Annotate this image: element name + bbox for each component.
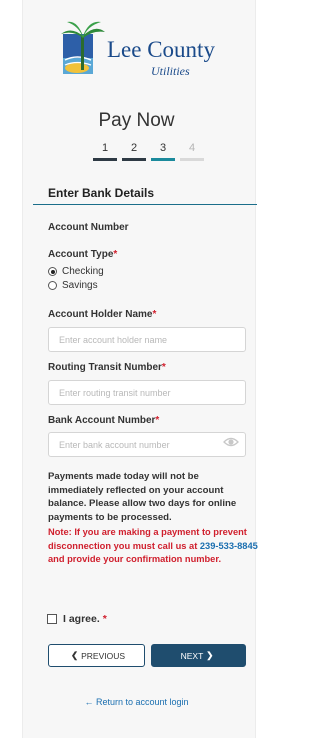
radio-checking-icon[interactable] bbox=[48, 267, 57, 276]
agree-label: I agree. bbox=[63, 613, 100, 625]
page-title: Pay Now bbox=[98, 110, 175, 131]
phone-link[interactable]: 239-533-8845 bbox=[200, 541, 258, 551]
payment-notice: Payments made today will not be immediat… bbox=[48, 471, 237, 524]
step-bar bbox=[151, 158, 175, 161]
show-password-eye-icon[interactable] bbox=[223, 436, 239, 448]
account-number-label: Account Number bbox=[48, 222, 129, 233]
radio-savings-icon[interactable] bbox=[48, 281, 57, 290]
next-button-label: NEXT bbox=[180, 650, 204, 661]
step-bar bbox=[180, 158, 204, 161]
chevron-left-icon: ❮ bbox=[70, 650, 79, 660]
step-bar bbox=[93, 158, 117, 161]
section-divider bbox=[33, 204, 257, 205]
account-holder-name-input[interactable] bbox=[48, 327, 246, 352]
radio-checking-label: Checking bbox=[62, 266, 104, 277]
routing-number-label: Routing Transit Number* bbox=[48, 362, 166, 373]
required-asterisk: * bbox=[102, 613, 107, 625]
account-type-label: Account Type* bbox=[48, 249, 117, 260]
agree-checkbox-row[interactable]: I agree. * bbox=[47, 613, 107, 625]
bank-account-number-input[interactable] bbox=[48, 432, 246, 457]
radio-savings-label: Savings bbox=[62, 280, 98, 291]
step-bar bbox=[122, 158, 146, 161]
radio-savings[interactable]: Savings bbox=[48, 280, 98, 291]
arrow-left-icon: ← bbox=[84, 697, 94, 707]
required-asterisk: * bbox=[152, 309, 157, 320]
previous-button-label: PREVIOUS bbox=[81, 650, 126, 661]
bank-account-number-label: Bank Account Number* bbox=[48, 415, 159, 426]
step-number: 4 bbox=[188, 142, 196, 154]
lee-county-utilities-logo: Lee County Utilities bbox=[55, 20, 225, 78]
step-indicator: 1 2 3 4 bbox=[93, 142, 205, 164]
next-button[interactable]: NEXT ❯ bbox=[151, 644, 246, 667]
radio-checking[interactable]: Checking bbox=[48, 266, 104, 277]
bank-account-number-label-text: Bank Account Number bbox=[48, 415, 156, 426]
step-4: 4 bbox=[180, 142, 204, 161]
step-number: 1 bbox=[101, 142, 109, 154]
step-2: 2 bbox=[122, 142, 146, 161]
section-title: Enter Bank Details bbox=[48, 186, 155, 200]
account-type-label-text: Account Type bbox=[48, 249, 114, 260]
warning-text-end: and provide your confirmation number. bbox=[48, 554, 222, 565]
brand-subtitle: Utilities bbox=[151, 64, 190, 78]
disconnection-warning: Note: If you are making a payment to pre… bbox=[48, 526, 258, 567]
chevron-right-icon: ❯ bbox=[206, 650, 214, 660]
account-holder-name-label: Account Holder Name* bbox=[48, 309, 156, 320]
account-holder-name-label-text: Account Holder Name bbox=[48, 309, 153, 320]
required-asterisk: * bbox=[113, 249, 118, 260]
return-to-login-link[interactable]: ← Return to account login bbox=[0, 697, 273, 707]
routing-number-input[interactable] bbox=[48, 380, 246, 405]
required-asterisk: * bbox=[161, 362, 166, 373]
brand-name: Lee County bbox=[107, 37, 215, 62]
return-link-label: Return to account login bbox=[95, 697, 189, 707]
previous-button[interactable]: ❮ PREVIOUS bbox=[48, 644, 145, 667]
step-3: 3 bbox=[151, 142, 175, 161]
palm-tree-logo-icon bbox=[61, 21, 105, 74]
step-number: 3 bbox=[159, 142, 167, 154]
step-1: 1 bbox=[93, 142, 117, 161]
routing-number-label-text: Routing Transit Number bbox=[48, 362, 162, 373]
required-asterisk: * bbox=[155, 415, 160, 426]
step-number: 2 bbox=[130, 142, 138, 154]
agree-checkbox[interactable] bbox=[47, 614, 57, 624]
